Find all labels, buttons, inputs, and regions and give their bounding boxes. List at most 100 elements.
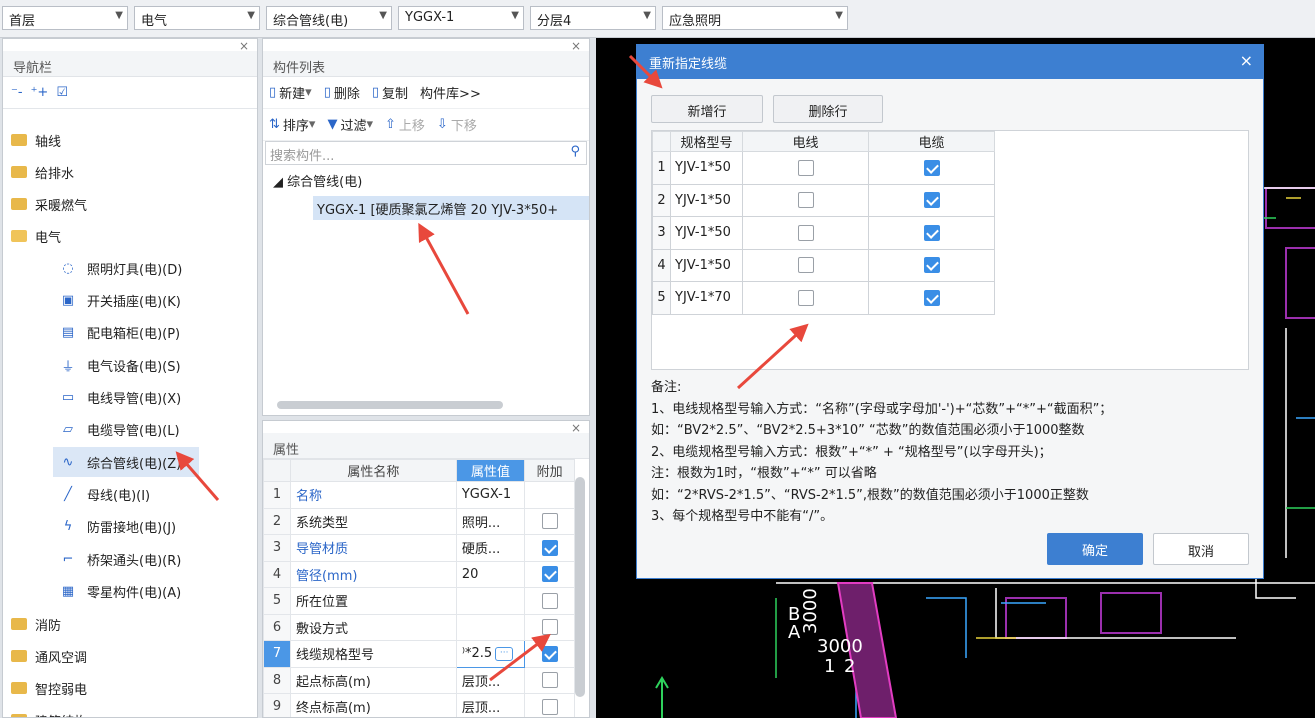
attach-checkbox[interactable] [541,619,558,636]
nav-item[interactable]: 采暖燃气 [3,189,257,219]
toolbar-button[interactable]: ▯ 删除 [324,83,360,102]
property-row[interactable]: 8 起点标高(m) 层顶... [263,666,575,694]
property-value[interactable] [455,587,526,615]
tree-root[interactable]: ◢ 综合管线(电) [263,165,589,196]
nav-item[interactable]: 通风空调 [3,641,257,671]
nav-item[interactable]: ▭ 电线导管(电)(X) [3,382,257,412]
wire-checkbox[interactable] [797,192,814,209]
attach-checkbox[interactable] [541,672,558,689]
property-value[interactable]: 20 [455,560,526,588]
nav-item[interactable]: ╱ 母线(电)(I) [3,479,257,509]
spec-cell[interactable]: YJV-1*50 [670,248,743,282]
property-row[interactable]: 1 名称 YGGX-1 [263,481,575,509]
toolbar-button[interactable]: ⇩ 下移 [437,115,477,134]
nav-item[interactable]: 消防 [3,609,257,639]
cable-checkbox[interactable] [923,159,940,176]
toolbar-button[interactable]: ⇧ 上移 [385,115,425,134]
close-icon[interactable]: × [571,39,581,53]
nav-item[interactable]: 给排水 [3,157,257,187]
vertical-scrollbar[interactable] [575,477,585,697]
property-value[interactable]: 层顶... [455,693,526,717]
close-icon[interactable]: × [1240,51,1253,70]
dropdown-icon[interactable]: ▾ [366,117,373,132]
spec-cell[interactable]: YJV-1*50 [670,183,743,217]
property-value[interactable]: ⁾*2.5 ··· [455,640,526,668]
wire-checkbox[interactable] [797,159,814,176]
cable-row[interactable]: 5 YJV-1*70 [652,281,995,315]
property-row[interactable]: 2 系统类型 照明... [263,507,575,535]
cable-checkbox[interactable] [923,289,940,306]
nav-item[interactable]: ▤ 配电箱柜(电)(P) [3,317,257,347]
spec-cell[interactable]: YJV-1*50 [670,151,743,185]
cable-checkbox[interactable] [923,224,940,241]
nav-item[interactable]: ∿ 综合管线(电)(Z) [53,447,199,477]
property-row[interactable]: 5 所在位置 [263,587,575,615]
dropdown-icon[interactable]: ▾ [309,117,316,132]
nav-item[interactable]: 电气 [3,221,257,251]
tree-item-yggx-1[interactable]: YGGX-1 [硬质聚氯乙烯管 20 YJV-3*50+ [313,196,589,220]
collapse-all-icon[interactable]: ⁻- [11,85,23,100]
property-value[interactable]: 硬质... [455,534,526,562]
cancel-button[interactable]: 取消 [1153,533,1249,565]
cable-checkbox[interactable] [923,257,940,274]
system-select[interactable]: 应急照明 ▼ [662,6,848,30]
edit-icon[interactable]: ☑ [56,85,68,100]
collapse-triangle-icon[interactable]: ◢ [273,175,283,190]
cable-row[interactable]: 4 YJV-1*50 [652,248,995,282]
cable-row[interactable]: 2 YJV-1*50 [652,183,995,217]
horizontal-scrollbar[interactable] [277,401,503,409]
toolbar-button[interactable]: ▯ 复制 [372,83,408,102]
add-row-button[interactable]: 新增行 [651,95,763,123]
nav-item[interactable]: ⏚ 电气设备(电)(S) [3,350,257,380]
cable-row[interactable]: 1 YJV-1*50 [652,151,995,185]
toolbar-button[interactable]: 构件库>> [420,83,481,102]
cable-checkbox[interactable] [923,192,940,209]
floor-select[interactable]: 首层 ▼ [2,6,128,30]
attach-checkbox[interactable] [541,698,558,715]
wire-checkbox[interactable] [797,289,814,306]
ellipsis-button[interactable]: ··· [495,646,514,661]
property-value[interactable] [455,613,526,641]
property-value[interactable]: 照明... [455,507,526,535]
attach-checkbox[interactable] [541,566,558,583]
close-icon[interactable]: × [571,421,581,435]
wire-checkbox[interactable] [797,257,814,274]
layer-select[interactable]: 分层4 ▼ [530,6,656,30]
spec-cell[interactable]: YJV-1*50 [670,216,743,250]
property-value[interactable]: 层顶... [455,666,526,694]
dropdown-icon[interactable]: ▾ [305,85,312,100]
component-type-select[interactable]: 综合管线(电) ▼ [266,6,392,30]
attach-checkbox[interactable] [541,645,558,662]
property-value[interactable]: YGGX-1 [455,481,526,509]
nav-item[interactable]: 轴线 [3,125,257,155]
component-search-input[interactable]: 搜索构件... ⚲ [265,141,587,165]
property-row[interactable]: 3 导管材质 硬质... [263,534,575,562]
nav-item[interactable]: ▣ 开关插座(电)(K) [3,285,257,315]
component-select[interactable]: YGGX-1 ▼ [398,6,524,30]
wire-checkbox[interactable] [797,224,814,241]
nav-item[interactable]: 智控弱电 [3,673,257,703]
discipline-select[interactable]: 电气 ▼ [134,6,260,30]
expand-all-icon[interactable]: ⁺+ [31,85,49,100]
toolbar-button[interactable]: ▼ 过滤 ▾ [327,115,373,134]
property-row[interactable]: 4 管径(mm) 20 [263,560,575,588]
nav-item[interactable]: ▦ 零星构件(电)(A) [3,576,257,606]
toolbar-button[interactable]: ⇅ 排序 ▾ [269,115,315,134]
attach-checkbox[interactable] [541,513,558,530]
property-row[interactable]: 7 线缆规格型号 ⁾*2.5 ··· [263,640,575,668]
nav-item[interactable]: ⌐ 桥架通头(电)(R) [3,544,257,574]
spec-cell[interactable]: YJV-1*70 [670,281,743,315]
attach-checkbox[interactable] [541,592,558,609]
attach-checkbox[interactable] [541,539,558,556]
nav-item[interactable]: ◌ 照明灯具(电)(D) [3,253,257,283]
search-icon[interactable]: ⚲ [570,144,580,159]
cable-row[interactable]: 3 YJV-1*50 [652,216,995,250]
delete-row-button[interactable]: 删除行 [773,95,883,123]
nav-item[interactable]: 建筑结构 [3,705,257,717]
toolbar-button[interactable]: ▯ 新建 ▾ [269,83,312,102]
nav-item[interactable]: ϟ 防雷接地(电)(J) [3,511,257,541]
property-row[interactable]: 6 敷设方式 [263,613,575,641]
nav-item[interactable]: ▱ 电缆导管(电)(L) [3,414,257,444]
close-icon[interactable]: × [239,39,249,53]
property-row[interactable]: 9 终点标高(m) 层顶... [263,693,575,717]
